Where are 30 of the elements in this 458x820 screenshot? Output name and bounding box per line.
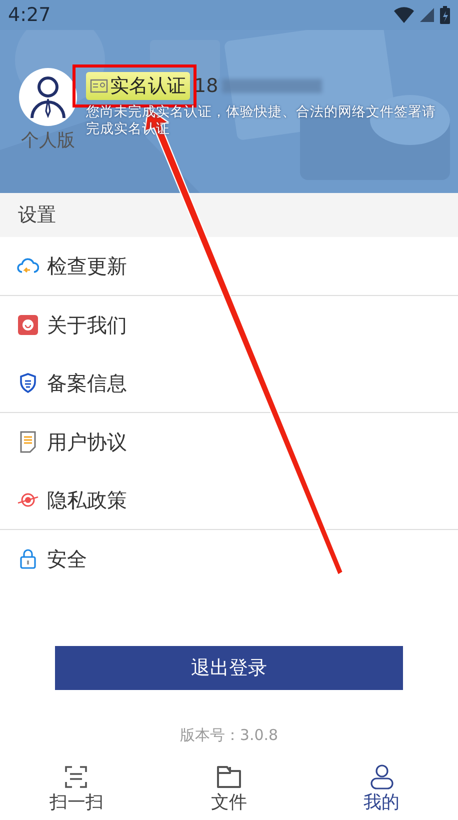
verify-badge[interactable]: 实名认证 bbox=[86, 72, 190, 100]
lock-icon bbox=[19, 549, 37, 569]
settings-item[interactable]: 用户协议 bbox=[0, 413, 458, 471]
settings-item[interactable]: 关于我们 bbox=[0, 296, 458, 354]
planet-icon bbox=[17, 491, 39, 509]
nav-tab[interactable]: 我的 bbox=[305, 764, 458, 820]
status-time: 4:27 bbox=[8, 4, 51, 26]
settings-item[interactable]: 备案信息 bbox=[0, 354, 458, 412]
cloud-icon bbox=[17, 257, 39, 275]
phone-number: 18 bbox=[194, 75, 218, 97]
wifi-icon bbox=[394, 7, 414, 23]
section-title: 设置 bbox=[0, 193, 458, 237]
settings-item[interactable]: 隐私政策 bbox=[0, 471, 458, 529]
shield-icon bbox=[19, 373, 37, 393]
smiley-icon bbox=[18, 315, 38, 335]
version-label: 版本号：3.0.8 bbox=[178, 726, 280, 745]
nav-tab[interactable]: 扫一扫 bbox=[0, 764, 153, 820]
battery-icon bbox=[440, 6, 450, 24]
logout-button[interactable]: 退出登录 bbox=[55, 646, 403, 690]
edition-label: 个人版 bbox=[21, 129, 75, 152]
id-card-icon bbox=[90, 79, 108, 93]
document-icon bbox=[19, 431, 37, 453]
settings-item[interactable]: 安全 bbox=[0, 530, 458, 588]
signal-icon bbox=[420, 8, 434, 22]
avatar-icon bbox=[28, 75, 68, 119]
folder-icon bbox=[215, 764, 243, 790]
settings-item[interactable]: 检查更新 bbox=[0, 237, 458, 295]
nav-tab[interactable]: 文件 bbox=[152, 764, 306, 820]
person-icon bbox=[368, 764, 395, 790]
scan-icon bbox=[63, 764, 90, 790]
